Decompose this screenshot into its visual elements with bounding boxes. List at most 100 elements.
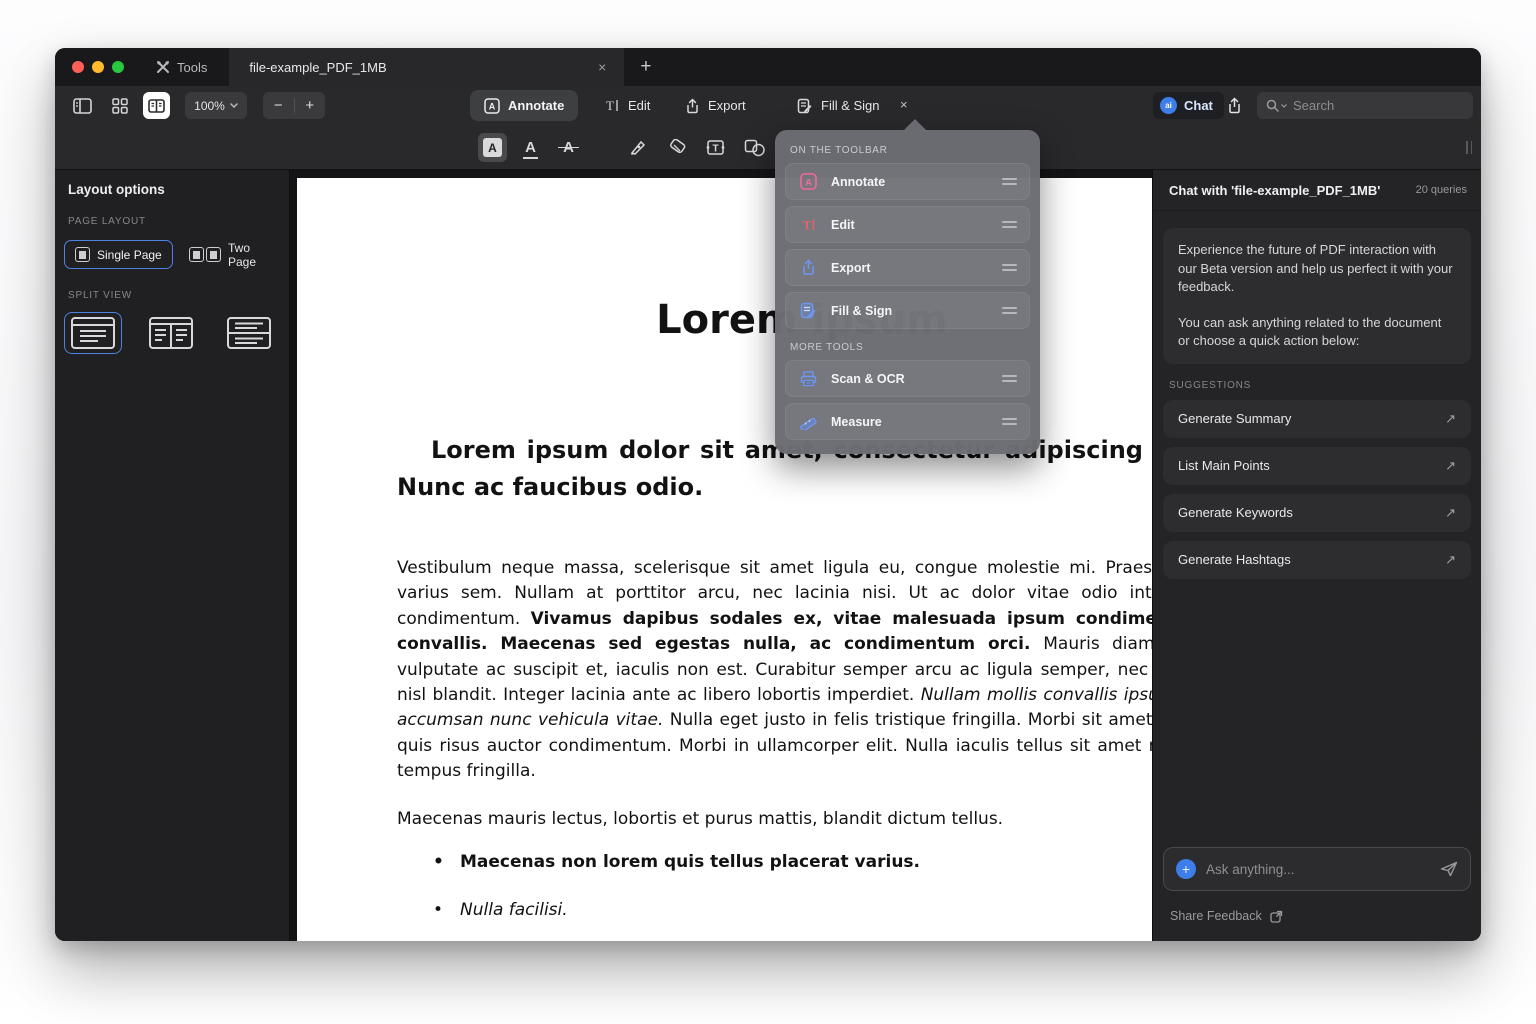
toolbar-customize-close-button[interactable]: × (900, 97, 908, 112)
chat-input[interactable] (1206, 862, 1430, 877)
tab-annotate[interactable]: A Annotate (470, 90, 578, 121)
document-tab-title: file-example_PDF_1MB (249, 60, 592, 75)
chat-input-bar[interactable]: + (1163, 847, 1471, 891)
suggestion-generate-summary[interactable]: Generate Summary ↗ (1163, 400, 1471, 438)
single-page-icon (75, 247, 90, 262)
annotate-icon: A (798, 173, 818, 190)
page-layout-label: PAGE LAYOUT (68, 216, 146, 227)
add-attachment-icon[interactable]: + (1176, 859, 1196, 879)
split-single-icon (71, 317, 115, 349)
split-view-single-button[interactable] (64, 312, 122, 354)
external-link-icon (1270, 910, 1283, 923)
suggestion-generate-keywords[interactable]: Generate Keywords ↗ (1163, 494, 1471, 532)
export-icon (798, 259, 818, 276)
menu-item-export[interactable]: Export (785, 249, 1030, 286)
new-tab-button[interactable]: + (624, 48, 667, 86)
menu-item-measure[interactable]: Measure (785, 403, 1030, 440)
suggestion-generate-hashtags[interactable]: Generate Hashtags ↗ (1163, 541, 1471, 579)
split-view-vertical-button[interactable] (142, 312, 200, 354)
tab-close-icon[interactable]: × (592, 57, 612, 77)
strikethrough-tool-button[interactable]: A (554, 133, 583, 162)
pen-tool-button[interactable] (623, 133, 652, 162)
export-icon (685, 98, 700, 114)
arrow-ne-icon: ↗ (1445, 552, 1456, 568)
send-icon (1440, 861, 1458, 877)
text-box-tool-button[interactable]: T (701, 133, 730, 162)
two-page-icon (189, 247, 221, 262)
drag-handle[interactable] (1002, 264, 1017, 271)
titlebar: Tools file-example_PDF_1MB × + (55, 48, 1481, 86)
zoom-window-button[interactable] (112, 61, 124, 73)
underline-tool-button[interactable]: A (516, 133, 545, 162)
thumbnails-view-button[interactable] (108, 92, 132, 119)
menu-item-edit[interactable]: T Edit (785, 206, 1030, 243)
drag-handle[interactable] (1002, 221, 1017, 228)
two-page-button[interactable]: Two Page (179, 240, 289, 269)
layout-options-title: Layout options (68, 182, 165, 197)
tab-edit[interactable]: T Edit (591, 90, 664, 121)
content-area: Layout options PAGE LAYOUT Single Page T… (55, 170, 1481, 941)
app-window: Tools file-example_PDF_1MB × + 100% − + … (55, 48, 1481, 941)
desktop: { "glyphs": { "minus":"−", "plus":"+", "… (0, 0, 1536, 1024)
svg-text:A: A (805, 178, 812, 189)
menu-section-more-tools: MORE TOOLS (790, 342, 1025, 353)
close-window-button[interactable] (72, 61, 84, 73)
zoom-level-value: 100% (194, 99, 225, 113)
share-feedback-link[interactable]: Share Feedback (1153, 891, 1481, 941)
zoom-in-button[interactable]: + (295, 92, 326, 119)
suggestion-list-main-points[interactable]: List Main Points ↗ (1163, 447, 1471, 485)
search-input[interactable] (1293, 98, 1469, 113)
menu-item-scan-ocr[interactable]: Scan & OCR (785, 360, 1030, 397)
edit-text-icon: T (605, 98, 620, 113)
annotate-toolbar: A A A T (55, 125, 1481, 170)
tab-export[interactable]: Export (671, 90, 760, 121)
main-toolbar: 100% − + A Annotate T Edit Export Fill &… (55, 86, 1481, 125)
arrow-ne-icon: ↗ (1445, 458, 1456, 474)
sidebar-toggle-button[interactable] (70, 92, 94, 119)
document-paragraph: Maecenas mauris lectus, lobortis et puru… (397, 807, 1152, 832)
bullet-item: Maecenas non lorem quis tellus placerat … (397, 850, 1152, 875)
split-view-label: SPLIT VIEW (68, 290, 132, 301)
chat-button-label: Chat (1184, 98, 1213, 113)
highlight-tool-button[interactable]: A (478, 133, 507, 162)
minimize-window-button[interactable] (92, 61, 104, 73)
tools-icon (156, 60, 170, 74)
shapes-tool-button[interactable] (740, 133, 769, 162)
reading-view-button[interactable] (143, 92, 170, 119)
arrow-ne-icon: ↗ (1445, 411, 1456, 427)
tools-tab-label: Tools (177, 60, 207, 75)
drag-handle[interactable] (1002, 178, 1017, 185)
drag-handle[interactable] (1002, 307, 1017, 314)
tab-tools[interactable]: Tools (138, 48, 229, 86)
search-field[interactable] (1257, 92, 1473, 119)
edit-text-icon: T (798, 217, 818, 232)
sidebar-panel-icon (73, 98, 92, 114)
tab-fill-sign[interactable]: Fill & Sign (783, 90, 894, 121)
send-button[interactable] (1440, 861, 1458, 877)
tab-export-label: Export (708, 98, 746, 113)
fill-sign-icon (797, 98, 813, 114)
chat-button[interactable]: ai Chat (1153, 92, 1224, 119)
eraser-tool-button[interactable] (662, 133, 691, 162)
two-page-label: Two Page (228, 241, 279, 269)
chat-intro-text: Experience the future of PDF interaction… (1178, 241, 1456, 297)
drag-handle[interactable] (1002, 375, 1017, 382)
toolbar-resize-handle[interactable] (1466, 141, 1472, 154)
zoom-level-dropdown[interactable]: 100% (185, 92, 247, 119)
chat-intro-card: Experience the future of PDF interaction… (1163, 228, 1471, 364)
menu-item-fill-sign[interactable]: Fill & Sign (785, 292, 1030, 329)
single-page-label: Single Page (97, 248, 162, 262)
menu-item-annotate[interactable]: A Annotate (785, 163, 1030, 200)
svg-text:A: A (489, 101, 496, 111)
underline-icon: A (525, 140, 536, 155)
zoom-out-button[interactable]: − (263, 92, 294, 119)
svg-text:T: T (712, 144, 718, 155)
drag-handle[interactable] (1002, 418, 1017, 425)
share-button[interactable] (1223, 94, 1245, 117)
split-view-horizontal-button[interactable] (220, 312, 278, 354)
suggestions-label: SUGGESTIONS (1169, 380, 1465, 391)
tab-document[interactable]: file-example_PDF_1MB × (229, 48, 624, 86)
book-icon (148, 99, 165, 113)
share-icon (1227, 97, 1242, 114)
single-page-button[interactable]: Single Page (64, 240, 173, 269)
